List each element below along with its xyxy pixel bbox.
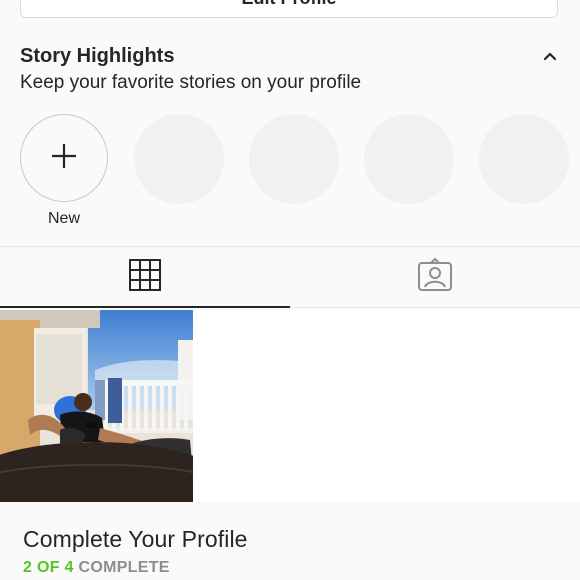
tab-posts-grid[interactable] (0, 247, 290, 308)
story-highlights-title: Story Highlights (20, 45, 175, 67)
progress-label: COMPLETE (73, 559, 170, 576)
new-highlight-circle[interactable] (20, 114, 108, 202)
grid-icon (128, 258, 162, 297)
tagged-icon (417, 257, 453, 297)
story-highlights-row: New (20, 114, 580, 234)
story-highlights-header: Story Highlights Keep your favorite stor… (20, 44, 560, 95)
edit-profile-button[interactable]: Edit Profile (20, 0, 558, 18)
new-highlight-button[interactable]: New (20, 114, 110, 228)
highlight-placeholder (134, 114, 224, 204)
complete-profile-section: Complete Your Profile 2 OF 4 COMPLETE (0, 502, 580, 580)
complete-profile-title: Complete Your Profile (23, 526, 248, 552)
edit-profile-label: Edit Profile (241, 0, 336, 9)
chevron-up-icon[interactable] (542, 48, 558, 64)
highlight-placeholder (249, 114, 339, 204)
progress-count: 2 OF 4 (23, 559, 74, 576)
post-thumbnail[interactable] (0, 310, 193, 502)
profile-tab-bar (0, 246, 580, 308)
highlight-placeholder (364, 114, 454, 204)
highlight-placeholder (479, 114, 569, 204)
posts-grid (0, 310, 580, 502)
tab-tagged[interactable] (290, 247, 580, 307)
story-highlights-subtitle: Keep your favorite stories on your profi… (20, 72, 362, 93)
complete-profile-progress: 2 OF 4 COMPLETE (23, 559, 170, 577)
profile-page: Edit Profile Story Highlights Keep your … (0, 0, 580, 580)
new-highlight-label: New (47, 210, 80, 227)
plus-icon (50, 142, 78, 175)
